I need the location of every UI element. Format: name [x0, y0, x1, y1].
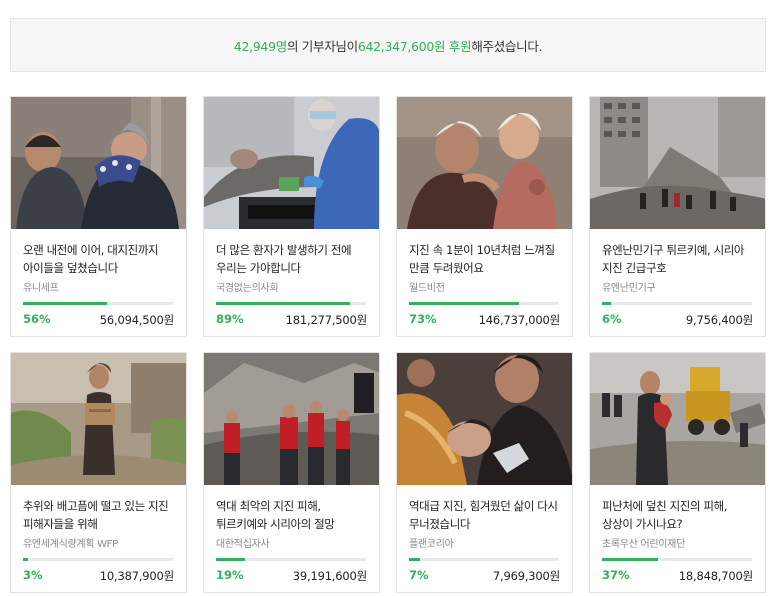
raised-amount: 18,848,700원	[678, 569, 753, 583]
progress-percent: 3%	[23, 568, 43, 582]
woman-carrying-box-photo[interactable]	[11, 353, 186, 485]
campaign-title[interactable]: 더 많은 환자가 발생하기 전에 우리는 가야합니다	[216, 241, 371, 277]
progress-percent: 7%	[409, 568, 429, 582]
donation-summary-banner: 42,949명 의 기부자님이 642,347,600원 후원 해주셨습니다.	[10, 18, 766, 72]
campaign-card[interactable]: 더 많은 환자가 발생하기 전에 우리는 가야합니다 국경없는의사회 89% 1…	[203, 96, 380, 337]
campaign-organization: 대한적십자사	[216, 539, 270, 550]
injured-child-photo[interactable]	[397, 97, 572, 229]
campaign-title[interactable]: 유엔난민기구 튀르키예, 시리아 지진 긴급구호	[602, 241, 757, 277]
progress-bar	[602, 558, 752, 561]
progress-percent: 56%	[23, 312, 51, 326]
campaign-title[interactable]: 역대 최악의 지진 피해, 튀르키예와 시리아의 절망	[216, 497, 371, 533]
campaign-card[interactable]: 오랜 내전에 이어, 대지진까지 아이들을 덮쳤습니다 유니세프 56% 56,…	[10, 96, 187, 337]
progress-percent: 6%	[602, 312, 622, 326]
progress-bar	[23, 302, 173, 305]
progress-percent: 73%	[409, 312, 437, 326]
progress-bar	[602, 302, 752, 305]
campaign-organization: 유엔세계식량계획 WFP	[23, 539, 118, 550]
campaign-card[interactable]: 피난처에 덮친 지진의 피해, 상상이 가시나요? 초록우산 어린이재단 37%…	[589, 352, 766, 593]
campaign-organization: 유니세프	[23, 283, 59, 294]
campaign-card[interactable]: 역대급 지진, 힘겨웠던 삶이 다시 무너졌습니다 플랜코리아 7% 7,969…	[396, 352, 573, 593]
progress-percent: 89%	[216, 312, 244, 326]
raised-amount: 146,737,000원	[478, 313, 561, 327]
raised-amount: 39,191,600원	[292, 569, 367, 583]
campaign-card[interactable]: 유엔난민기구 튀르키예, 시리아 지진 긴급구호 유엔난민기구 6% 9,756…	[589, 96, 766, 337]
campaign-title[interactable]: 지진 속 1분이 10년처럼 느껴질 만큼 두려웠어요	[409, 241, 564, 277]
campaign-title[interactable]: 추위와 배고픔에 떨고 있는 지진 피해자들을 위해	[23, 497, 178, 533]
red-cross-rescuers-photo[interactable]	[204, 353, 379, 485]
campaign-card[interactable]: 지진 속 1분이 10년처럼 느껴질 만큼 두려웠어요 월드비전 73% 146…	[396, 96, 573, 337]
progress-fill	[602, 302, 611, 305]
progress-bar	[216, 558, 366, 561]
progress-fill	[23, 558, 28, 561]
campaign-title[interactable]: 오랜 내전에 이어, 대지진까지 아이들을 덮쳤습니다	[23, 241, 178, 277]
raised-amount: 56,094,500원	[99, 313, 174, 327]
raised-amount: 10,387,900원	[99, 569, 174, 583]
progress-bar	[216, 302, 366, 305]
raised-amount: 181,277,500원	[285, 313, 368, 327]
campaign-organization: 초록우산 어린이재단	[602, 539, 685, 550]
progress-fill	[216, 558, 245, 561]
progress-percent: 19%	[216, 568, 244, 582]
progress-fill	[409, 302, 519, 305]
progress-fill	[602, 558, 658, 561]
progress-bar	[23, 558, 173, 561]
campaign-organization: 유엔난민기구	[602, 283, 656, 294]
progress-bar	[409, 302, 559, 305]
progress-fill	[216, 302, 350, 305]
campaign-organization: 플랜코리아	[409, 539, 454, 550]
summary-text-2: 해주셨습니다.	[471, 38, 543, 54]
progress-bar	[409, 558, 559, 561]
rescued-girl-photo[interactable]	[397, 353, 572, 485]
medic-patient-photo[interactable]	[204, 97, 379, 229]
campaign-organization: 월드비전	[409, 283, 445, 294]
progress-fill	[23, 302, 107, 305]
collapsed-building-photo[interactable]	[590, 97, 765, 229]
campaign-title[interactable]: 피난처에 덮친 지진의 피해, 상상이 가시나요?	[602, 497, 757, 533]
total-amount: 642,347,600원 후원	[357, 38, 472, 54]
man-carrying-child-photo[interactable]	[590, 353, 765, 485]
raised-amount: 9,756,400원	[685, 313, 753, 327]
father-child-photo[interactable]	[11, 97, 186, 229]
raised-amount: 7,969,300원	[492, 569, 560, 583]
donor-count: 42,949명	[233, 38, 287, 54]
progress-fill	[409, 558, 420, 561]
progress-percent: 37%	[602, 568, 630, 582]
campaign-title[interactable]: 역대급 지진, 힘겨웠던 삶이 다시 무너졌습니다	[409, 497, 564, 533]
summary-text-1: 의 기부자님이	[286, 38, 358, 54]
campaign-card[interactable]: 역대 최악의 지진 피해, 튀르키예와 시리아의 절망 대한적십자사 19% 3…	[203, 352, 380, 593]
campaign-organization: 국경없는의사회	[216, 283, 279, 294]
campaign-card[interactable]: 추위와 배고픔에 떨고 있는 지진 피해자들을 위해 유엔세계식량계획 WFP …	[10, 352, 187, 593]
